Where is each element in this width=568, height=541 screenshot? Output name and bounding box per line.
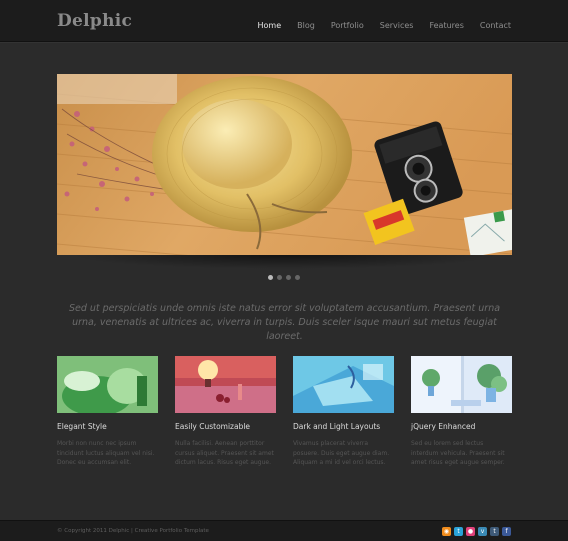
- features-row: Elegant Style Morbi non nunc nec ipsum t…: [57, 356, 512, 476]
- rss-icon[interactable]: ◉: [442, 527, 451, 536]
- feature-jquery-enhanced: jQuery Enhanced Sed eu lorem sed lectus …: [411, 356, 512, 468]
- slider-pagination: [268, 275, 300, 280]
- feature-text: Morbi non nunc nec ipsum tincidunt luctu…: [57, 440, 155, 467]
- feature-text: Sed eu lorem sed lectus interdum vehicul…: [411, 440, 505, 467]
- feature-thumbnail[interactable]: [411, 356, 512, 413]
- tumblr-icon[interactable]: t: [490, 527, 499, 536]
- slider-dot[interactable]: [295, 275, 300, 280]
- slider-shadow: [70, 255, 500, 269]
- feature-easily-customizable: Easily Customizable Nulla facilisi. Aene…: [175, 356, 276, 468]
- nav-item-services[interactable]: Services: [380, 21, 414, 30]
- nav-item-contact[interactable]: Contact: [480, 21, 511, 30]
- feature-thumbnail[interactable]: [175, 356, 276, 413]
- main-nav: Home Blog Portfolio Services Features Co…: [242, 21, 512, 30]
- slider-dot[interactable]: [286, 275, 291, 280]
- footer-bar: © Copyright 2011 Delphic | Creative Port…: [0, 520, 568, 541]
- intro-tagline: Sed ut perspiciatis unde omnis iste natu…: [68, 303, 501, 342]
- facebook-icon[interactable]: f: [502, 527, 511, 536]
- feature-title: Easily Customizable: [175, 422, 251, 431]
- slider-dot[interactable]: [277, 275, 282, 280]
- feature-thumbnail[interactable]: [57, 356, 158, 413]
- copyright-text: © Copyright 2011 Delphic | Creative Port…: [57, 528, 209, 534]
- nav-item-home[interactable]: Home: [258, 21, 282, 30]
- feature-dark-light-layouts: Dark and Light Layouts Vivamus placerat …: [293, 356, 394, 468]
- feature-elegant-style: Elegant Style Morbi non nunc nec ipsum t…: [57, 356, 158, 468]
- header-bar: Delphic Home Blog Portfolio Services Fea…: [0, 0, 568, 42]
- feature-text: Vivamus placerat viverra posuere. Duis e…: [293, 440, 390, 467]
- vimeo-icon[interactable]: v: [478, 527, 487, 536]
- flickr-icon[interactable]: ●: [466, 527, 475, 536]
- nav-item-blog[interactable]: Blog: [297, 21, 315, 30]
- site-logo[interactable]: Delphic: [57, 11, 132, 31]
- social-links: ◉ t ● v t f: [442, 527, 511, 536]
- hero-slider-image[interactable]: [57, 74, 512, 255]
- feature-title: Elegant Style: [57, 422, 107, 431]
- feature-thumbnail[interactable]: [293, 356, 394, 413]
- hero-photo: [57, 74, 512, 255]
- feature-title: jQuery Enhanced: [411, 422, 476, 431]
- feature-title: Dark and Light Layouts: [293, 422, 381, 431]
- nav-item-portfolio[interactable]: Portfolio: [331, 21, 364, 30]
- nav-item-features[interactable]: Features: [429, 21, 463, 30]
- twitter-icon[interactable]: t: [454, 527, 463, 536]
- slider-dot[interactable]: [268, 275, 273, 280]
- feature-text: Nulla facilisi. Aenean porttitor cursus …: [175, 440, 274, 467]
